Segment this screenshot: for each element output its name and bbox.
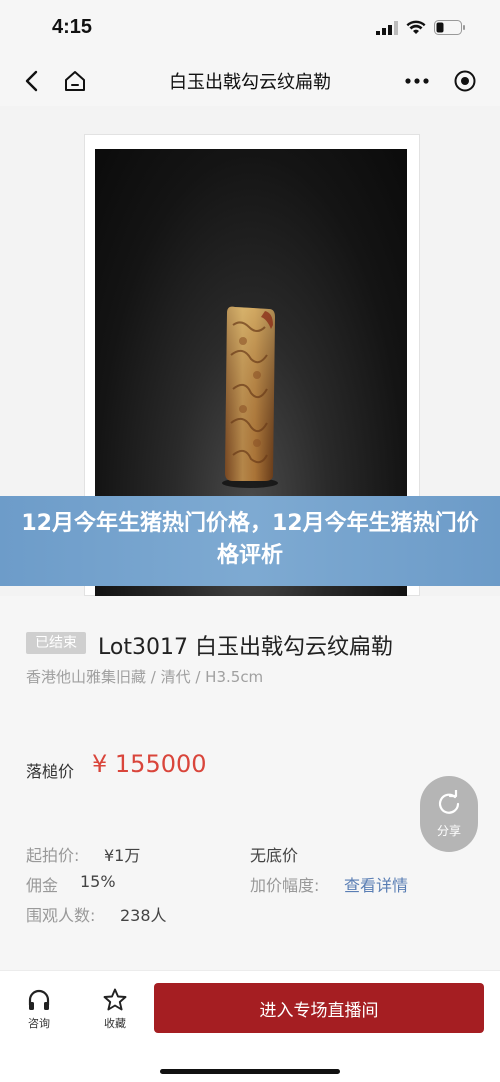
headset-icon bbox=[28, 989, 50, 1010]
commission-label: 佣金 bbox=[26, 876, 59, 895]
star-icon bbox=[103, 988, 127, 1011]
enter-live-room-button[interactable]: 进入专场直播间 bbox=[154, 983, 484, 1033]
share-refresh-icon bbox=[438, 790, 460, 814]
share-button[interactable]: 分享 bbox=[420, 776, 478, 852]
status-time: 4:15 bbox=[52, 16, 93, 38]
commission-value: 15% bbox=[80, 872, 116, 891]
hammer-price-label: 落槌价 bbox=[26, 762, 75, 781]
increment-details-link[interactable]: 查看详情 bbox=[344, 872, 408, 896]
increment-label: 加价幅度: bbox=[250, 876, 320, 895]
start-price-label: 起拍价: bbox=[26, 846, 80, 865]
lot-title: Lot3017 白玉出戟勾云纹扁勒 bbox=[98, 635, 393, 660]
viewers-label: 围观人数: bbox=[26, 906, 96, 925]
consult-label: 咨询 bbox=[28, 1017, 50, 1030]
jade-pendant-image bbox=[222, 306, 278, 488]
reserve-value: 无底价 bbox=[250, 846, 299, 865]
status-icons bbox=[376, 20, 466, 35]
nav-bar: 白玉出戟勾云纹扁勒 bbox=[0, 56, 500, 106]
wifi-icon bbox=[406, 20, 426, 34]
hammer-price-value: ¥ 155000 bbox=[92, 750, 207, 778]
status-bar: 4:15 bbox=[0, 0, 500, 56]
target-icon[interactable] bbox=[452, 68, 478, 94]
favorite-tab[interactable]: 收藏 bbox=[90, 987, 140, 1031]
bottom-action-bar: 咨询 收藏 进入专场直播间 bbox=[0, 970, 500, 1082]
viewers-value: 238人 bbox=[120, 906, 167, 925]
lot-details: 已结束 Lot3017 白玉出戟勾云纹扁勒 香港他山雅集旧藏 / 清代 / H3… bbox=[0, 596, 500, 970]
share-label: 分享 bbox=[436, 824, 461, 838]
signal-icon bbox=[376, 20, 398, 35]
banner-text: 12月今年生猪热门价格，12月今年生猪热门价格评析 bbox=[21, 511, 479, 568]
favorite-label: 收藏 bbox=[104, 1017, 126, 1030]
headline-banner: 12月今年生猪热门价格，12月今年生猪热门价格评析 bbox=[0, 496, 500, 586]
lot-subtitle: 香港他山雅集旧藏 / 清代 / H3.5cm bbox=[26, 668, 264, 686]
start-price-value: ¥1万 bbox=[104, 846, 141, 865]
home-indicator bbox=[160, 1069, 340, 1074]
battery-icon bbox=[434, 20, 465, 35]
more-icon[interactable] bbox=[402, 69, 432, 93]
consult-tab[interactable]: 咨询 bbox=[14, 987, 64, 1031]
status-badge: 已结束 bbox=[26, 632, 86, 654]
